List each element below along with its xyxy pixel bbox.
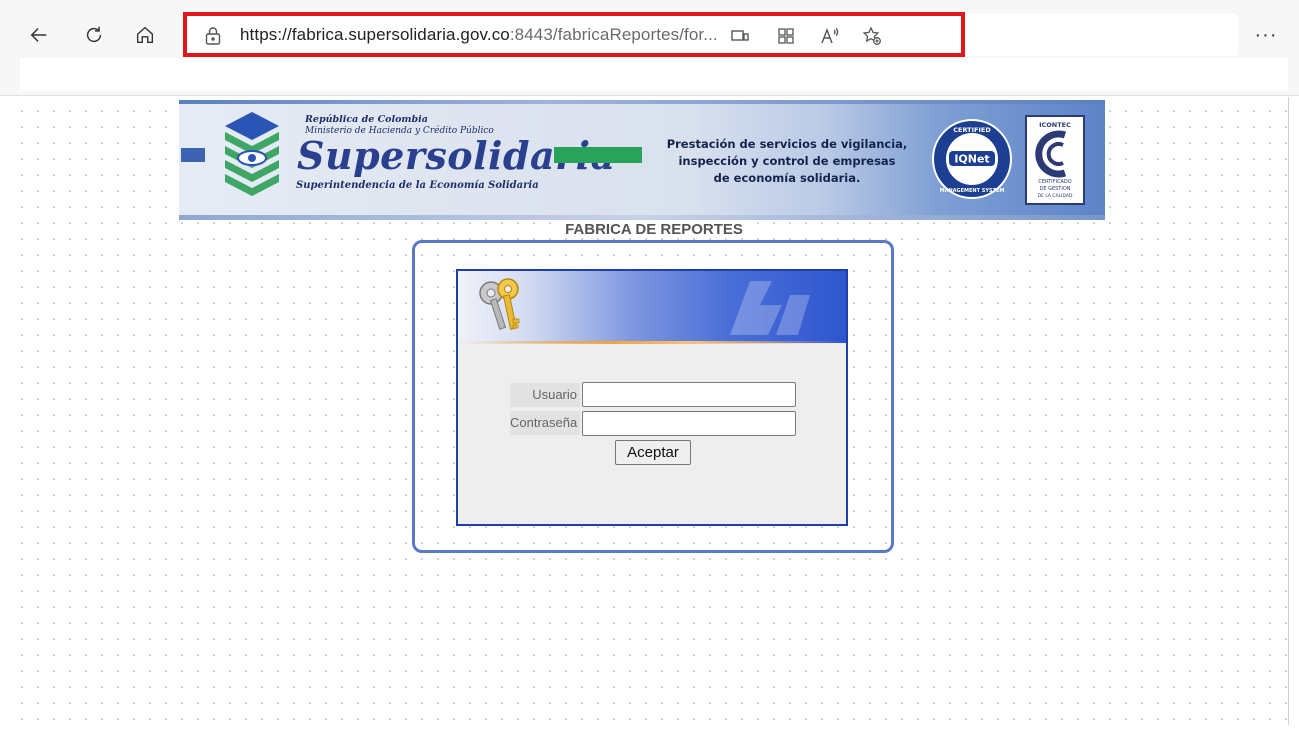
iqnet-bottom-text: MANAGEMENT SYSTEM	[940, 188, 1005, 194]
tagline-line-1: Prestación de servicios de vigilancia,	[666, 137, 908, 151]
brand-subtitle: Superintendencia de la Economía Solidari…	[296, 180, 539, 191]
favorites-bar	[20, 58, 1288, 90]
login-form: Usuario Contraseña Aceptar	[456, 269, 848, 526]
password-input[interactable]	[582, 411, 796, 436]
icontec-cert-2: DE GESTION	[1039, 186, 1070, 192]
tagline-line-2: inspección y control de empresas	[678, 154, 896, 168]
icontec-cert-3: DE LA CALIDAD	[1038, 193, 1073, 199]
scroll-edge	[1288, 97, 1289, 725]
banner-green-bar	[554, 147, 642, 163]
username-input[interactable]	[582, 382, 796, 407]
home-icon[interactable]	[128, 18, 162, 52]
page-content: República de Colombia Ministerio de Haci…	[10, 97, 1288, 725]
password-label: Contraseña	[510, 411, 580, 435]
icontec-c-icon	[1035, 130, 1067, 178]
iqnet-top-text: CERTIFIED	[953, 126, 991, 134]
tagline-line-3: de economía solidaria.	[713, 171, 861, 185]
icontec-seal: ICONTEC CERTIFICADO DE GESTION DE LA CAL…	[1025, 115, 1085, 205]
banner-tagline: Prestación de servicios de vigilancia, i…	[649, 136, 925, 187]
iqnet-seal-icon: CERTIFIED IQNet MANAGEMENT SYSTEM	[932, 119, 1012, 199]
accept-button[interactable]: Aceptar	[615, 440, 691, 465]
banner-bottom-line	[179, 215, 1105, 220]
keys-icon	[479, 278, 520, 330]
address-bar-highlight	[183, 12, 965, 57]
icontec-cert-1: CERTIFICADO	[1038, 179, 1071, 185]
supersolidaria-logo-icon	[225, 112, 279, 196]
username-label: Usuario	[510, 383, 580, 407]
banner-top-line	[179, 100, 1105, 104]
refresh-icon[interactable]	[77, 18, 111, 52]
republic-text: República de Colombia	[305, 114, 428, 125]
back-icon[interactable]	[22, 18, 56, 52]
browser-toolbar: https://fabrica.supersolidaria.gov.co:84…	[0, 0, 1299, 96]
watermark-icon	[730, 281, 810, 335]
header-banner: República de Colombia Ministerio de Haci…	[179, 100, 1105, 220]
page-title: FABRICA DE REPORTES	[10, 221, 1288, 238]
more-options-icon[interactable]: ···	[1248, 20, 1284, 50]
header-accent-line	[458, 341, 846, 344]
iqnet-center-text: IQNet	[954, 153, 989, 166]
page-title-text: FABRICA DE REPORTES	[563, 221, 745, 238]
banner-blue-bar	[181, 148, 205, 162]
login-header	[458, 271, 846, 343]
icontec-top-text: ICONTEC	[1039, 121, 1071, 129]
